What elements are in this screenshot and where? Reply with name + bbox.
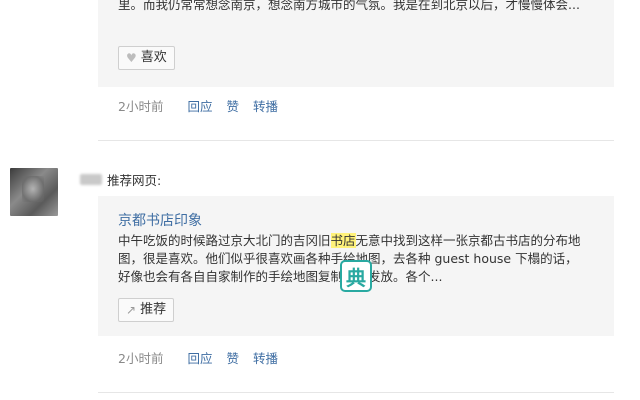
shared-page-title[interactable]: 京都书店印象 [118,210,202,230]
divider [98,392,614,393]
post-excerpt: 里。而我仍常常想念南京，想念南方城市的气氛。我是在到北京以后，才慢慢体会... [118,0,580,12]
feed: 里。而我仍常常想念南京，想念南方城市的气氛。我是在到北京以后，才慢慢体会... … [0,0,640,400]
like-link[interactable]: 赞 [226,96,239,115]
reshare-link[interactable]: 转播 [253,348,278,367]
reshare-link[interactable]: 转播 [253,96,278,115]
reply-link[interactable]: 回应 [187,96,212,115]
recommend-label: 推荐 [140,302,167,317]
like-link[interactable]: 赞 [226,348,239,367]
post-time: 2小时前 [118,351,164,366]
post-meta: 2小时前 回应 赞 转播 [118,96,278,115]
post-meta: 2小时前 回应 赞 转播 [118,348,278,367]
avatar[interactable] [10,168,58,216]
excerpt-text: 中午吃饭的时候路过京大北门的吉冈旧 [118,233,331,248]
post-card: 里。而我仍常常想念南京，想念南方城市的气氛。我是在到北京以后，才慢慢体会... … [98,0,614,87]
heart-icon: ♥ [126,51,137,65]
dictionary-icon[interactable]: 典 [340,260,372,292]
share-icon: ↗ [126,303,137,317]
username[interactable] [80,174,102,185]
like-button[interactable]: ♥ 喜欢 [118,46,175,70]
post-header: 推荐网页: [80,170,161,189]
reply-link[interactable]: 回应 [187,348,212,367]
recommend-button[interactable]: ↗ 推荐 [118,298,175,322]
highlighted-term: 书店 [330,233,356,248]
like-label: 喜欢 [140,50,167,65]
post-action-text: 推荐网页: [107,173,162,188]
post-time: 2小时前 [118,99,164,114]
divider [98,140,614,141]
